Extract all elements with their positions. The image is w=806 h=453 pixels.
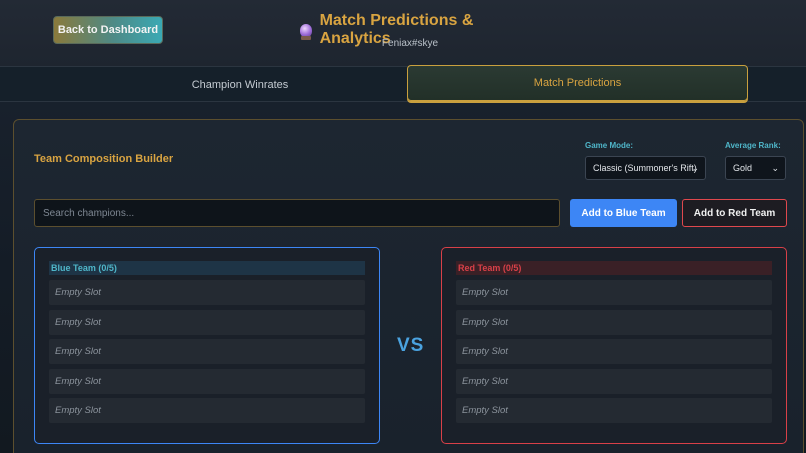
chevron-down-icon: ⌄ (771, 163, 779, 173)
section-title: Team Composition Builder (34, 153, 174, 165)
average-rank-value: Gold (733, 163, 753, 173)
red-team-slot[interactable]: Empty Slot (456, 339, 772, 365)
tab-bar: Champion Winrates Match Predictions (0, 65, 806, 103)
average-rank-select[interactable]: Gold ⌄ (725, 156, 786, 180)
blue-team-slot[interactable]: Empty Slot (49, 339, 365, 365)
chevron-down-icon: ⌄ (691, 163, 699, 173)
user-tag: Feniax#skye (381, 38, 439, 49)
team-builder-card: Team Composition Builder Game Mode: Clas… (13, 119, 804, 453)
blue-team-slot[interactable]: Empty Slot (49, 280, 365, 305)
blue-team-title: Blue Team (0/5) (49, 261, 365, 275)
back-to-dashboard-button[interactable]: Back to Dashboard (53, 16, 163, 44)
blue-team-panel: Blue Team (0/5) Empty Slot Empty Slot Em… (34, 247, 380, 444)
tab-match-predictions[interactable]: Match Predictions (407, 65, 748, 101)
average-rank-label: Average Rank: (725, 141, 781, 150)
game-mode-select[interactable]: Classic (Summoner's Rift) ⌄ (585, 156, 706, 180)
game-mode-label: Game Mode: (585, 141, 634, 150)
game-mode-value: Classic (Summoner's Rift) (593, 163, 697, 173)
red-team-panel: Red Team (0/5) Empty Slot Empty Slot Emp… (441, 247, 787, 444)
add-to-blue-team-button[interactable]: Add to Blue Team (570, 199, 677, 227)
red-team-title: Red Team (0/5) (456, 261, 772, 275)
add-to-red-team-button[interactable]: Add to Red Team (682, 199, 787, 227)
red-team-slot[interactable]: Empty Slot (456, 398, 772, 424)
red-team-slot[interactable]: Empty Slot (456, 368, 772, 394)
header: Back to Dashboard Match Predictions & An… (0, 0, 806, 66)
blue-team-slot[interactable]: Empty Slot (49, 309, 365, 335)
crystal-ball-icon (300, 23, 312, 40)
tab-champion-winrates[interactable]: Champion Winrates (60, 67, 420, 103)
red-team-slot[interactable]: Empty Slot (456, 309, 772, 335)
champion-search-input[interactable] (34, 199, 560, 227)
blue-team-slot[interactable]: Empty Slot (49, 398, 365, 424)
blue-team-slot[interactable]: Empty Slot (49, 368, 365, 394)
red-team-slot[interactable]: Empty Slot (456, 280, 772, 305)
vs-label: VS (397, 335, 425, 356)
